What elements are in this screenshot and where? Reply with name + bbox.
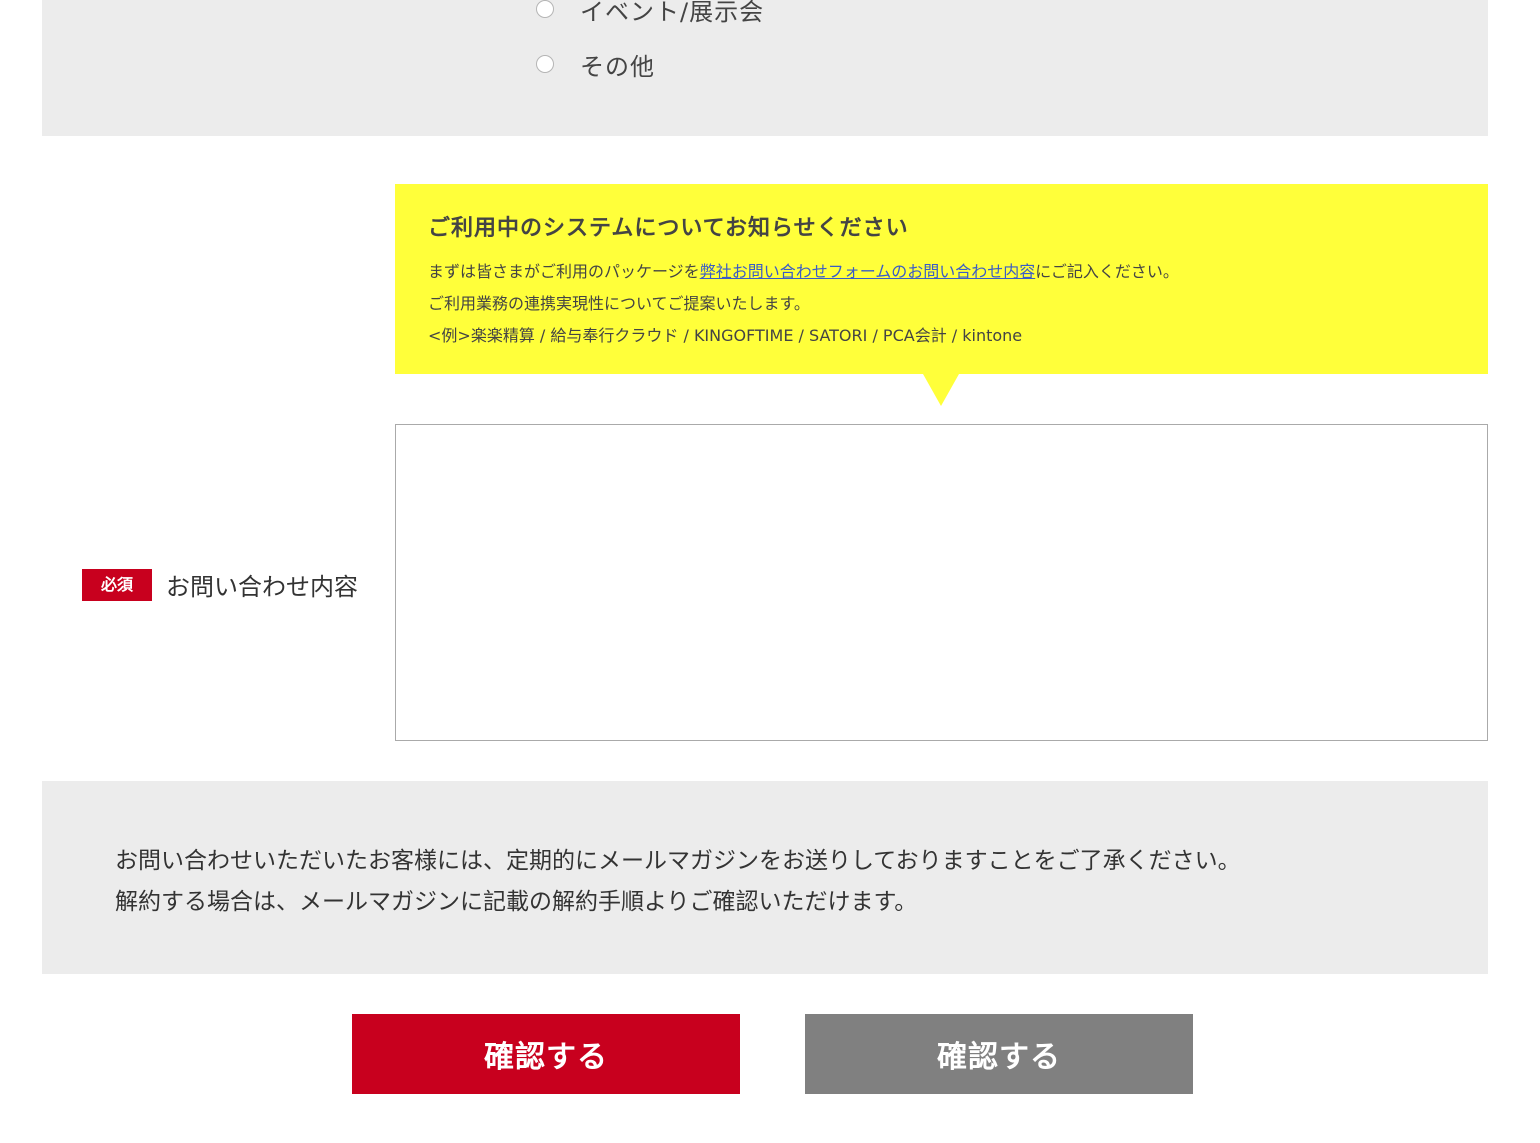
radio-label-other: その他 <box>580 52 655 81</box>
bubble-line1-prefix: まずは皆さまがご利用のパッケージを <box>428 262 700 281</box>
notice-line-2: 解約する場合は、メールマガジンに記載の解約手順よりご確認いただけます。 <box>115 889 918 915</box>
bubble-title: ご利用中のシステムについてお知らせください <box>428 216 909 241</box>
confirm-button-primary[interactable]: 確認する <box>352 1014 740 1094</box>
required-badge: 必須 <box>82 568 152 601</box>
confirm-button-secondary[interactable]: 確認する <box>805 1014 1193 1094</box>
radio-option-event[interactable]: イベント/展示会 <box>536 0 765 26</box>
notice-line-1: お問い合わせいただいたお客様には、定期的にメールマガジンをお送りしておりますこと… <box>115 848 1241 874</box>
newsletter-notice: お問い合わせいただいたお客様には、定期的にメールマガジンをお送りしておりますこと… <box>42 781 1488 974</box>
contact-form-page: イベント/展示会 その他 ご利用中のシステムについてお知らせください まずは皆さ… <box>0 0 1540 1143</box>
inquiry-form-link[interactable]: 弊社お問い合わせフォームのお問い合わせ内容 <box>700 262 1036 281</box>
radio-option-other[interactable]: その他 <box>536 49 655 81</box>
system-info-bubble: ご利用中のシステムについてお知らせください まずは皆さまがご利用のパッケージを弊… <box>395 184 1488 406</box>
inquiry-label-text: お問い合わせ内容 <box>166 573 358 601</box>
radio-button-other[interactable] <box>536 55 554 73</box>
bubble-line-example: <例>楽楽精算 / 給与奉行クラウド / KINGOFTIME / SATORI… <box>428 326 1023 345</box>
inquiry-field-label: 必須 お問い合わせ内容 <box>82 567 358 602</box>
bubble-line1-suffix: にご記入ください。 <box>1035 262 1179 281</box>
inquiry-textarea[interactable] <box>395 424 1488 741</box>
inquiry-type-radio-group: イベント/展示会 その他 <box>42 0 1488 136</box>
radio-button-event[interactable] <box>536 0 554 18</box>
radio-label-event: イベント/展示会 <box>580 0 765 26</box>
bubble-line-proposal: ご利用業務の連携実現性についてご提案いたします。 <box>428 294 810 313</box>
bubble-line-instructions: まずは皆さまがご利用のパッケージを弊社お問い合わせフォームのお問い合わせ内容にご… <box>428 256 1455 288</box>
